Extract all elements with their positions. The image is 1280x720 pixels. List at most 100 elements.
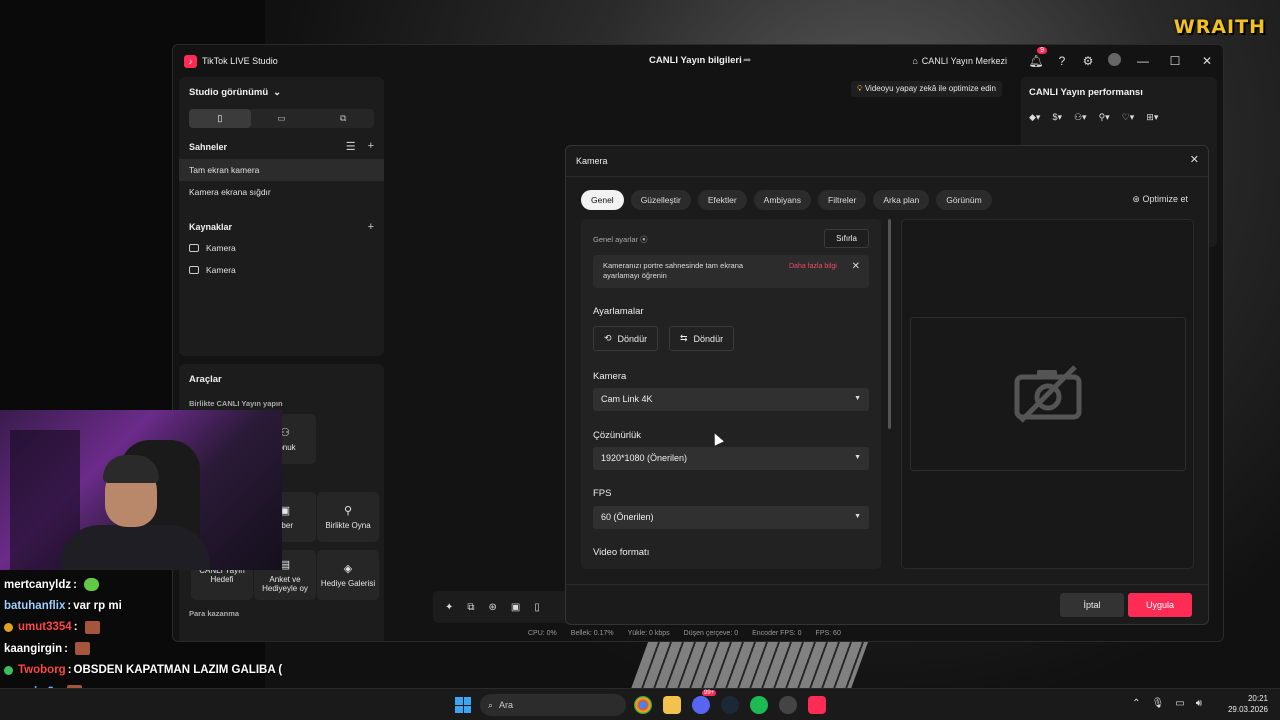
settings-panel: Genel ayarlar ⦿ Sıfırla Kameranızı portr…	[581, 219, 881, 569]
windows-start-icon[interactable]	[455, 697, 471, 713]
fps-label: FPS	[593, 488, 612, 499]
chrome-icon[interactable]	[634, 696, 652, 714]
flip-button[interactable]: ⇆ Döndür	[669, 326, 735, 351]
dropdown-arrow-icon: ▼	[854, 395, 861, 402]
settings-gear-icon[interactable]: ⚙	[1075, 54, 1101, 68]
capture-icon[interactable]: ⧉	[467, 602, 474, 613]
live-center-button[interactable]: ⌂ CANLI Yayın Merkezi	[912, 56, 1007, 66]
status-line: CPU: 0% Bellek: 0.17% Yükle: 0 kbps Düşe…	[528, 630, 841, 637]
heart-icon[interactable]: ♡▾	[1122, 112, 1135, 123]
network-icon[interactable]: ▭	[1175, 698, 1184, 709]
notification-bell-icon[interactable]: 🔔︎ 9	[1023, 47, 1049, 68]
scene-item[interactable]: Tam ekran kamera	[179, 159, 384, 181]
live-info-title[interactable]: CANLI Yayın bilgileri	[649, 55, 742, 66]
screen-icon[interactable]: ▣	[511, 602, 520, 613]
webcam-overlay	[0, 410, 282, 570]
optimize-icon: ⊛	[1132, 194, 1140, 204]
tiktok-live-studio-icon[interactable]	[808, 696, 826, 714]
share-icon[interactable]: ➦	[743, 55, 751, 66]
sources-title: Kaynaklar	[189, 222, 233, 232]
dual-view-icon[interactable]: ⧉	[312, 109, 374, 128]
scenes-title: Sahneler	[189, 141, 228, 152]
chat-line: Twoborg : OBSDEN KAPATMAN LAZIM GALIBA (	[4, 660, 282, 681]
maximize-icon[interactable]: ☐	[1159, 54, 1191, 68]
tool-play-together[interactable]: ⚲ Birlikte Oyna	[317, 492, 379, 542]
diamond-icon[interactable]: ◆▾	[1029, 112, 1040, 123]
tab-filters[interactable]: Filtreler	[818, 190, 867, 210]
steam-icon[interactable]	[721, 696, 739, 714]
add-source-icon[interactable]: +	[368, 221, 374, 233]
discord-icon[interactable]: 99+	[692, 690, 717, 714]
optimize-button[interactable]: ⊛ Optimize et	[1132, 194, 1188, 205]
chat-line: kaangirgin :	[4, 638, 282, 659]
notification-badge: 9	[1037, 47, 1047, 54]
landscape-view-icon[interactable]: ▭	[251, 109, 313, 128]
viewers-icon[interactable]: ⚇▾	[1074, 112, 1087, 123]
obs-icon[interactable]	[779, 696, 797, 714]
fps-select[interactable]: 60 (Önerilen) ▼	[593, 506, 869, 529]
coin-icon[interactable]: $▾	[1052, 112, 1062, 123]
tab-ambience[interactable]: Ambiyans	[753, 190, 811, 210]
cpu-status: CPU: 0%	[528, 630, 557, 637]
chevron-down-icon: ⌄	[273, 87, 282, 98]
flip-icon: ⇆	[680, 333, 688, 343]
portrait-view-icon[interactable]: ▯	[189, 109, 251, 128]
sources-header: Kaynaklar +	[189, 221, 374, 233]
gift-icon[interactable]: ⊞▾	[1146, 112, 1158, 123]
ai-icon[interactable]: ⊛	[489, 602, 497, 613]
system-clock[interactable]: 20:21 29.03.2026	[1228, 694, 1268, 716]
tab-beautify[interactable]: Güzelleştir	[630, 190, 691, 210]
ai-optimize-hint[interactable]: 💡︎ Videoyu yapay zekâ ile optimize edin	[851, 81, 1002, 97]
cancel-button[interactable]: İptal	[1060, 593, 1124, 617]
tool-gift-gallery[interactable]: ◈ Hediye Galerisi	[317, 550, 379, 600]
chevron-up-icon[interactable]: ⌃	[1132, 698, 1140, 709]
dismiss-notice-icon[interactable]: ✕	[852, 261, 860, 272]
mod-badge-icon	[4, 665, 13, 675]
search-label: Ara	[499, 700, 514, 710]
studio-view-dropdown[interactable]: Studio görünümü ⌄	[189, 87, 374, 98]
tools-title: Araçlar	[189, 374, 222, 385]
learn-more-link[interactable]: Daha fazla bilgi	[789, 263, 837, 270]
chat-user: kaangirgin	[4, 642, 63, 655]
source-item[interactable]: Kamera	[189, 259, 374, 281]
taskbar-search[interactable]: ⌕ Ara	[480, 694, 626, 716]
microphone-icon[interactable]: 🎙︎	[1152, 698, 1165, 709]
camera-preview	[901, 219, 1194, 569]
reset-button[interactable]: Sıfırla	[824, 229, 869, 248]
scrollbar[interactable]	[888, 219, 891, 429]
file-explorer-icon[interactable]	[663, 696, 681, 714]
studio-card: Studio görünümü ⌄ ▯ ▭ ⧉ Sahneler ☰ + Tam …	[179, 77, 384, 356]
tab-general[interactable]: Genel	[581, 190, 624, 210]
resolution-select[interactable]: 1920*1080 (Önerilen) ▼	[593, 447, 869, 470]
camera-select[interactable]: Cam Link 4K ▼	[593, 388, 869, 411]
scene-item[interactable]: Kamera ekrana sığdır	[179, 181, 384, 203]
add-scene-icon[interactable]: +	[368, 140, 374, 153]
help-icon[interactable]: ?	[1049, 54, 1075, 68]
list-icon[interactable]: ☰	[346, 140, 356, 153]
follow-icon[interactable]: ⚲▾	[1099, 112, 1110, 123]
chat-user: Twoborg	[18, 664, 66, 677]
close-icon[interactable]: ✕	[1190, 153, 1199, 166]
home-icon: ⌂	[912, 56, 918, 66]
chat-user: mertcanyldz	[4, 578, 72, 591]
studio-view-label: Studio görünümü	[189, 87, 269, 98]
encoder-fps-status: Encoder FPS: 0	[752, 630, 802, 637]
tab-background[interactable]: Arka plan	[873, 190, 930, 210]
tab-effects[interactable]: Efektler	[697, 190, 747, 210]
avatar[interactable]	[1101, 53, 1127, 69]
source-item[interactable]: Kamera	[189, 237, 374, 259]
piano-keys-background	[631, 640, 869, 688]
rotate-button[interactable]: ⟲ Döndür	[593, 326, 659, 351]
performance-title: CANLI Yayın performansı	[1029, 87, 1143, 98]
phone-icon[interactable]: ▯	[534, 602, 540, 613]
minimize-icon[interactable]: —	[1127, 54, 1159, 68]
volume-icon[interactable]: 🔊︎	[1196, 698, 1202, 709]
apply-button[interactable]: Uygula	[1128, 593, 1192, 617]
tab-view[interactable]: Görünüm	[936, 190, 992, 210]
close-window-icon[interactable]: ✕	[1191, 54, 1223, 68]
camera-off-icon	[1014, 365, 1082, 423]
magic-wand-icon[interactable]: ✦	[445, 602, 453, 613]
spotify-icon[interactable]	[750, 696, 768, 714]
rotate-icon: ⟲	[604, 333, 612, 343]
info-notice: Kameranızı portre sahnesinde tam ekrana …	[593, 255, 869, 288]
